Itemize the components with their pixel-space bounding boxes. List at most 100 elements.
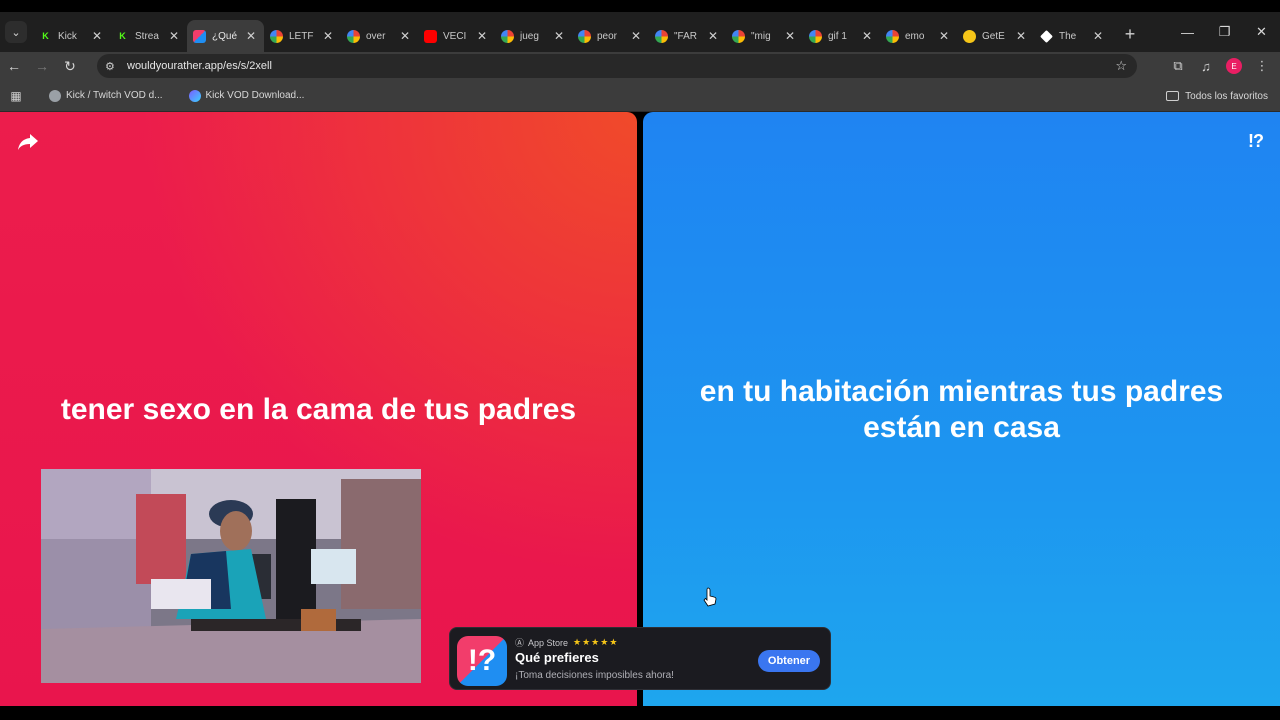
bookmark-item[interactable]: Kick / Twitch VOD d...	[49, 89, 163, 102]
close-tab-icon[interactable]: ✕	[783, 29, 797, 43]
browser-tab[interactable]: "mig ✕	[726, 20, 803, 52]
close-tab-icon[interactable]: ✕	[244, 29, 258, 43]
close-tab-icon[interactable]: ✕	[475, 29, 489, 43]
tab-title: gif 1	[828, 30, 847, 42]
kick-icon: K	[42, 31, 49, 41]
browser-tab[interactable]: over ✕	[341, 20, 418, 52]
youtube-icon	[424, 29, 437, 43]
tab-title: emo	[905, 30, 925, 42]
option-right-line-1: en tu habitación mientras tus padres	[699, 375, 1224, 408]
app-store-banner[interactable]: !? Ⓐ App Store ★★★★★ Qué prefieres ¡Toma…	[449, 627, 831, 690]
browser-tab[interactable]: VECI ✕	[418, 20, 495, 52]
window-controls: — ❐ ✕	[1169, 12, 1280, 52]
option-right-text: en tu habitación mientras tus padres est…	[643, 374, 1280, 446]
tab-title: "FAR	[674, 30, 697, 42]
google-icon	[578, 29, 591, 43]
app-name: Qué prefieres	[515, 650, 599, 665]
google-icon	[347, 29, 360, 43]
forward-button[interactable]: →	[28, 52, 56, 80]
minimize-icon[interactable]: —	[1169, 12, 1206, 52]
bottom-border	[0, 706, 1280, 720]
wyr-icon	[193, 29, 206, 43]
close-tab-icon[interactable]: ✕	[706, 29, 720, 43]
tab-search-button[interactable]: ⌄	[5, 21, 27, 43]
diamond-icon	[1040, 29, 1053, 43]
chevron-down-icon: ⌄	[11, 26, 21, 39]
app-icon: !?	[457, 636, 507, 686]
browser-tab[interactable]: jueg ✕	[495, 20, 572, 52]
close-window-icon[interactable]: ✕	[1243, 12, 1280, 52]
mouse-cursor-icon	[703, 587, 717, 607]
emoji-icon	[963, 29, 976, 43]
tab-title: ¿Qué	[212, 30, 238, 42]
google-icon	[655, 29, 668, 43]
media-icon[interactable]: ♫	[1192, 52, 1220, 80]
browser-toolbar: ← → ↻ ⚙ wouldyourather.app/es/s/2xell ☆ …	[0, 52, 1280, 80]
bookmark-label: Kick VOD Download...	[205, 90, 305, 101]
browser-tab[interactable]: K Kick ✕	[33, 20, 110, 52]
browser-tab[interactable]: LETF ✕	[264, 20, 341, 52]
tab-title: GetE	[982, 30, 1005, 42]
google-icon	[809, 29, 822, 43]
all-bookmarks[interactable]: Todos los favoritos	[1166, 80, 1268, 112]
browser-tab[interactable]: ¿Qué ✕	[187, 20, 264, 52]
browser-window: ⌄ K Kick ✕ K Strea ✕ ¿Qué ✕ LETF ✕ over ✕ VECI ✕ jueg ✕…	[0, 12, 1280, 706]
close-tab-icon[interactable]: ✕	[1014, 29, 1028, 43]
close-tab-icon[interactable]: ✕	[167, 29, 181, 43]
tab-strip: ⌄ K Kick ✕ K Strea ✕ ¿Qué ✕ LETF ✕ over ✕ VECI ✕ jueg ✕…	[0, 12, 1280, 52]
logo-icon[interactable]: !?	[1248, 131, 1264, 152]
new-tab-button[interactable]: +	[1117, 24, 1143, 45]
option-right-card[interactable]: !? en tu habitación mientras tus padres …	[643, 112, 1280, 706]
close-tab-icon[interactable]: ✕	[90, 29, 104, 43]
restore-icon[interactable]: ❐	[1206, 12, 1243, 52]
store-label: App Store	[528, 637, 569, 648]
bookmark-star-icon[interactable]: ☆	[1115, 58, 1127, 74]
folder-icon	[1166, 91, 1180, 101]
tab-title: "mig	[751, 30, 771, 42]
google-icon	[270, 29, 283, 43]
bookmark-item[interactable]: Kick VOD Download...	[188, 89, 305, 102]
close-tab-icon[interactable]: ✕	[860, 29, 874, 43]
address-bar[interactable]: ⚙ wouldyourather.app/es/s/2xell ☆	[97, 54, 1137, 78]
browser-tab[interactable]: GetE ✕	[957, 20, 1034, 52]
tab-title: Kick	[58, 30, 77, 42]
option-left-card[interactable]: tener sexo en la cama de tus padres	[0, 112, 637, 706]
all-bookmarks-label: Todos los favoritos	[1185, 90, 1268, 102]
option-right-line-2: están en casa	[863, 411, 1060, 444]
kick-icon: K	[119, 31, 126, 41]
browser-tab[interactable]: "FAR ✕	[649, 20, 726, 52]
profile-avatar[interactable]: E	[1226, 58, 1242, 74]
browser-tab[interactable]: gif 1 ✕	[803, 20, 880, 52]
browser-tab[interactable]: K Strea ✕	[110, 20, 187, 52]
browser-tab[interactable]: The ✕	[1034, 20, 1111, 52]
tab-title: jueg	[520, 30, 539, 42]
tab-title: over	[366, 30, 386, 42]
get-app-button[interactable]: Obtener	[758, 650, 820, 672]
browser-tab[interactable]: emo ✕	[880, 20, 957, 52]
apps-grid-icon[interactable]: ▦	[9, 89, 23, 103]
url-text[interactable]: wouldyourather.app/es/s/2xell	[127, 60, 272, 72]
google-icon	[501, 29, 514, 43]
reload-button[interactable]: ↻	[56, 52, 84, 80]
tab-title: peor	[597, 30, 618, 42]
app-tagline: ¡Toma decisiones imposibles ahora!	[515, 670, 674, 681]
bookmarks-bar: ▦ Kick / Twitch VOD d... Kick VOD Downlo…	[0, 80, 1280, 112]
close-tab-icon[interactable]: ✕	[629, 29, 643, 43]
close-tab-icon[interactable]: ✕	[937, 29, 951, 43]
rating-stars: ★★★★★	[573, 637, 619, 647]
bookmark-label: Kick / Twitch VOD d...	[66, 90, 163, 101]
menu-icon[interactable]: ⋮	[1248, 52, 1276, 80]
site-settings-icon[interactable]: ⚙	[105, 60, 123, 73]
store-row: Ⓐ App Store ★★★★★	[515, 636, 618, 649]
close-tab-icon[interactable]: ✕	[552, 29, 566, 43]
tab-title: LETF	[289, 30, 314, 42]
extensions-icon[interactable]: ⧉	[1164, 52, 1192, 80]
share-icon[interactable]	[16, 132, 40, 152]
close-tab-icon[interactable]: ✕	[1091, 29, 1105, 43]
tab-list: K Kick ✕ K Strea ✕ ¿Qué ✕ LETF ✕ over ✕ VECI ✕ jueg ✕ pe…	[33, 12, 1111, 52]
back-button[interactable]: ←	[0, 52, 28, 80]
browser-tab[interactable]: peor ✕	[572, 20, 649, 52]
close-tab-icon[interactable]: ✕	[321, 29, 335, 43]
tab-title: Strea	[135, 30, 159, 42]
close-tab-icon[interactable]: ✕	[398, 29, 412, 43]
